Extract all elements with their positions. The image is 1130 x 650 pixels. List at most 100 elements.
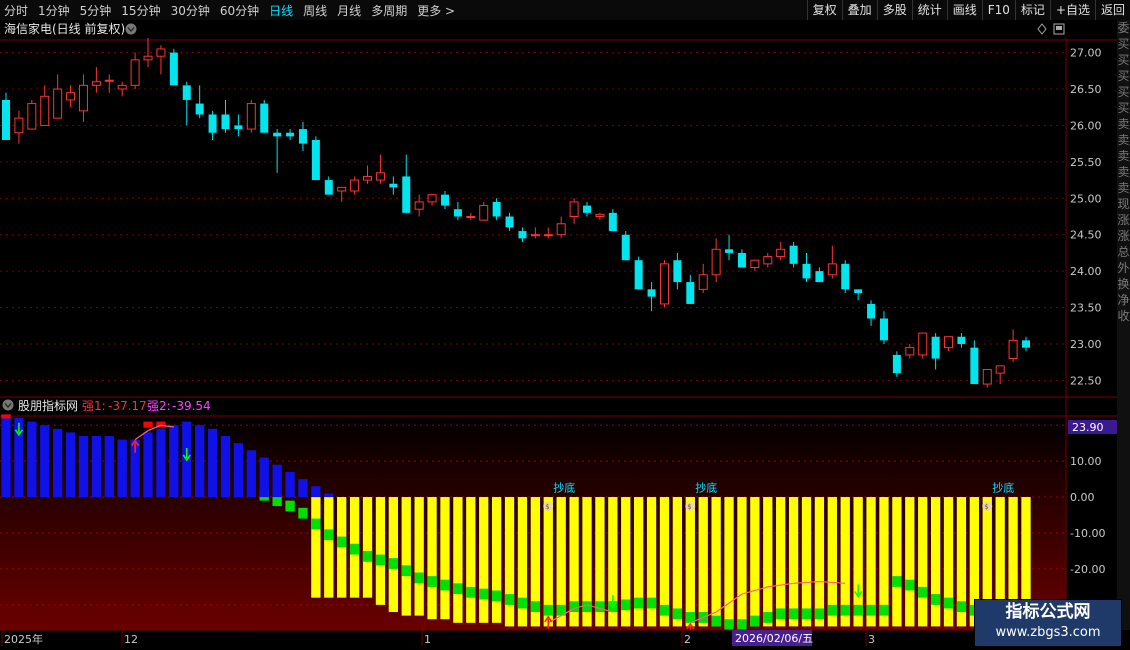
action-button-2[interactable]: 多股 [876, 0, 912, 20]
candle-body [621, 234, 630, 261]
chart-canvas[interactable]: $ 抄底 $ 抄底 $ 抄底 27.00 26.50 26.00 25.50 25.00 24.50… [0, 20, 1117, 650]
indicator-bar-yellow [930, 497, 941, 627]
crosshair-value: 23.90 [1072, 421, 1104, 434]
indicator-bar-green [582, 601, 592, 613]
quote-row-label: 卖 [1117, 133, 1130, 147]
price-tick-label: 25.50 [1070, 156, 1102, 169]
indicator-bar-green [401, 565, 411, 577]
candle-body [854, 289, 863, 293]
candle-body [40, 95, 50, 126]
candle-body [763, 256, 773, 265]
period-tab-8[interactable]: 月线 [337, 2, 361, 19]
candle-body [583, 205, 592, 213]
candle-body [750, 259, 760, 268]
action-button-6[interactable]: 标记 [1014, 0, 1050, 20]
candle-body [1021, 340, 1031, 348]
indicator-bar-red [143, 421, 153, 428]
indicator-bar-green [621, 599, 631, 611]
watermark-url: www.zbgs3.com [995, 625, 1101, 640]
period-tab-1[interactable]: 1分钟 [38, 2, 70, 19]
candle-body [234, 125, 243, 130]
indicator-bar-green [285, 500, 295, 512]
candle-body [595, 213, 605, 217]
indicator-bar-green [543, 604, 553, 616]
indicator-bar-blue [246, 450, 256, 498]
candle-body [647, 289, 656, 297]
candle-body [130, 59, 140, 86]
period-tab-4[interactable]: 30分钟 [171, 2, 210, 19]
candle-body [686, 282, 695, 304]
indicator-bar-blue [78, 435, 89, 498]
action-button-0[interactable]: 复权 [806, 0, 842, 20]
indicator-bar-green [866, 604, 876, 616]
period-tab-2[interactable]: 5分钟 [80, 2, 112, 19]
candle-body [182, 85, 191, 100]
indicator-bar-yellow [724, 497, 734, 627]
indicator-bar-green [905, 579, 915, 591]
indicator-name: 股朋指标网 [18, 398, 78, 413]
period-tab-0[interactable]: 分时 [4, 2, 28, 19]
settings-circle-icon[interactable] [125, 23, 137, 35]
candle-body [970, 347, 979, 385]
indicator-bar-yellow [698, 497, 708, 627]
main-chart-title: 海信家电(日线 前复权) [4, 21, 125, 36]
indicator-bar-green [788, 608, 799, 620]
indicator-bar-green [634, 597, 644, 609]
candle-body [311, 140, 320, 181]
indicator-bar-green [801, 608, 812, 620]
indicator-bar-yellow [311, 497, 321, 598]
indicator-bar-green [659, 604, 670, 616]
indicator-bar-blue [207, 428, 218, 498]
action-button-5[interactable]: F10 [981, 0, 1015, 20]
period-tab-10[interactable]: 更多 > [417, 2, 455, 19]
indicator-bar-yellow [427, 497, 437, 620]
svg-text:$: $ [687, 503, 691, 511]
price-tick-label: 23.50 [1070, 302, 1102, 315]
period-tab-6[interactable]: 日线 [269, 2, 293, 19]
candle-body [169, 52, 178, 86]
candle-body [260, 103, 269, 133]
candle-body [556, 223, 566, 236]
price-tick-label: 25.00 [1070, 192, 1102, 205]
indicator-bar-green [337, 536, 347, 548]
indicator-bar-blue [324, 493, 334, 498]
indicator-bar-green [504, 594, 515, 605]
indicator-menu-icon[interactable] [2, 399, 14, 411]
quote-row-label: 买 [1117, 69, 1130, 83]
candle-body [659, 263, 669, 305]
quote-row-label: 卖 [1117, 165, 1130, 179]
period-tab-3[interactable]: 15分钟 [121, 2, 160, 19]
indicator-bar-blue [169, 425, 179, 498]
action-button-8[interactable]: 返回 [1094, 0, 1130, 20]
indicator-bar-yellow [892, 497, 902, 627]
indicator-bar-yellow [814, 497, 825, 627]
indicator-bar-green [479, 588, 489, 600]
money-bag-icon: $ [685, 501, 696, 512]
period-tab-9[interactable]: 多周期 [371, 2, 407, 19]
indicator-bar-green [672, 608, 683, 620]
action-button-1[interactable]: 叠加 [841, 0, 877, 20]
indicator-bar-green [737, 619, 747, 630]
indicator-tick-label: 10.00 [1070, 455, 1102, 468]
candle-body [982, 369, 992, 385]
period-tab-7[interactable]: 周线 [303, 2, 327, 19]
period-tab-5[interactable]: 60分钟 [220, 2, 259, 19]
price-tick-label: 27.00 [1070, 47, 1102, 60]
candle-body [918, 332, 928, 356]
cursor-date: 2026/02/06/五 [735, 632, 813, 645]
action-button-4[interactable]: 画线 [946, 0, 982, 20]
indicator-bar-green [427, 576, 437, 587]
indicator-bar-blue [117, 439, 127, 498]
s2-value: -39.54 [172, 399, 211, 413]
quote-row-label: 收 [1117, 309, 1130, 323]
indicator-bar-blue [27, 421, 37, 498]
indicator-bar-yellow [763, 497, 773, 627]
candle-body [867, 303, 876, 319]
price-tick-label: 24.50 [1070, 229, 1102, 242]
s2-label: 强2: [147, 399, 171, 413]
action-button-7[interactable]: +自选 [1049, 0, 1095, 20]
action-button-3[interactable]: 统计 [911, 0, 947, 20]
watermark-badge: 指标公式网 www.zbgs3.com [974, 599, 1122, 647]
indicator-bar-green [530, 601, 541, 613]
indicator-bar-green [466, 586, 476, 598]
